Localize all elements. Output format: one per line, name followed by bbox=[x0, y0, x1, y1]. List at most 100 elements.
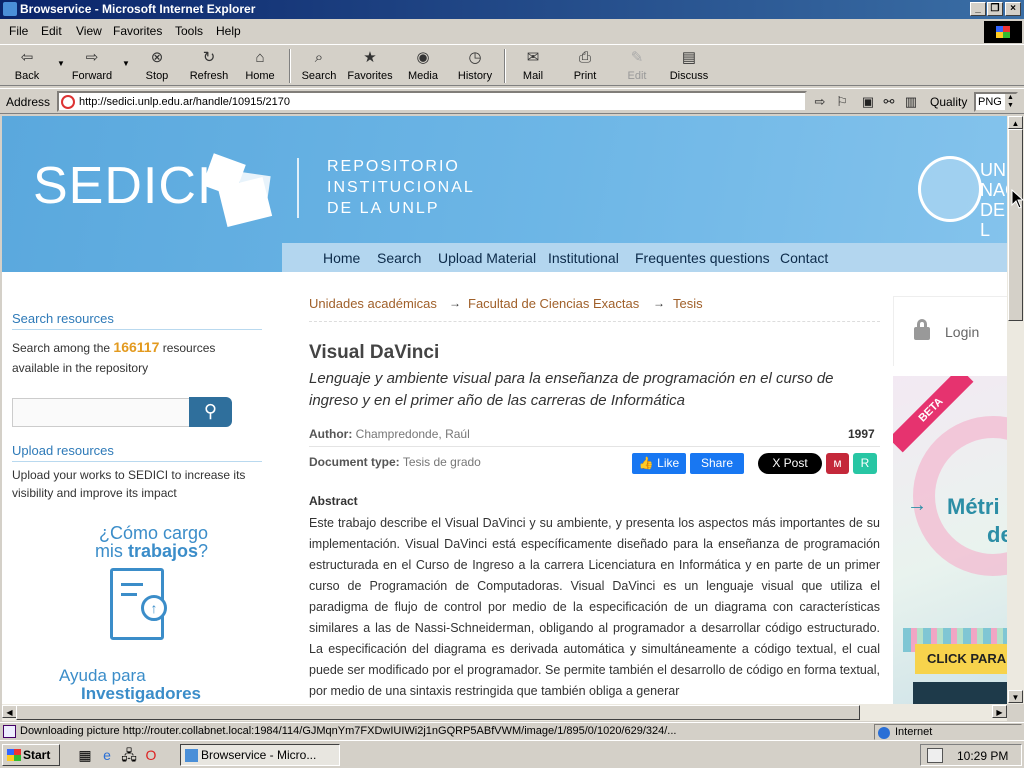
favorites-button[interactable]: ★ Favorites bbox=[346, 47, 394, 85]
home-button[interactable]: ⌂ Home bbox=[236, 47, 284, 85]
go-arrow-icon[interactable]: ⇨ bbox=[812, 94, 828, 110]
edit-button[interactable]: ✎ Edit bbox=[613, 47, 661, 85]
quality-spin-icon[interactable]: ▲ ▼ bbox=[1005, 94, 1016, 110]
header-divider bbox=[297, 158, 299, 218]
breadcrumb-thesis[interactable]: Tesis bbox=[673, 296, 703, 311]
history-button[interactable]: ◷ History bbox=[451, 47, 499, 85]
nav-upload-material[interactable]: Upload Material bbox=[438, 250, 536, 266]
researchers-help-promo[interactable]: Ayuda para Investigadores bbox=[59, 667, 201, 703]
breadcrumb-faculty[interactable]: Facultad de Ciencias Exactas bbox=[468, 296, 639, 311]
forward-button[interactable]: ⇨ Forward bbox=[68, 47, 116, 85]
upload-help-promo[interactable]: ¿Cómo cargo mis trabajos? bbox=[64, 524, 208, 560]
sidebar-search-input[interactable] bbox=[12, 398, 190, 427]
refresh-button[interactable]: ↻ Refresh bbox=[185, 47, 233, 85]
scroll-down-icon[interactable]: ▼ bbox=[1008, 690, 1023, 703]
university-name: UNI NAC DE L bbox=[980, 160, 1007, 240]
resource-count: 166117 bbox=[113, 339, 160, 355]
close-button[interactable]: × bbox=[1005, 2, 1021, 16]
nav-faq[interactable]: Frequentes questions bbox=[635, 250, 770, 266]
horizontal-scroll-thumb[interactable] bbox=[16, 705, 860, 720]
ie-quicklaunch-icon[interactable]: e bbox=[98, 746, 116, 764]
scroll-left-icon[interactable]: ◀ bbox=[2, 705, 17, 718]
page-icon[interactable]: ▣ bbox=[860, 94, 876, 110]
toolbar-separator bbox=[289, 49, 291, 83]
discuss-button[interactable]: ▤ Discuss bbox=[665, 47, 713, 85]
login-box[interactable]: Login bbox=[893, 296, 1007, 366]
system-tray: 10:29 PM bbox=[920, 744, 1022, 766]
print-button[interactable]: ⎙ Print bbox=[561, 47, 609, 85]
login-link[interactable]: Login bbox=[945, 324, 979, 340]
start-button[interactable]: Start bbox=[2, 744, 60, 766]
mouse-cursor-icon bbox=[1011, 189, 1024, 209]
menu-view[interactable]: View bbox=[76, 24, 102, 38]
address-input[interactable]: http://sedici.unlp.edu.ar/handle/10915/2… bbox=[57, 91, 807, 112]
search-description: Search among the 166117 resources availa… bbox=[12, 339, 216, 375]
facebook-like-button[interactable]: 👍 Like bbox=[632, 453, 686, 474]
logo-square-icon bbox=[237, 172, 271, 202]
taskbar-browservice-window[interactable]: Browservice - Micro... bbox=[180, 744, 340, 766]
minimize-button[interactable]: _ bbox=[970, 2, 986, 16]
menu-tools[interactable]: Tools bbox=[175, 24, 203, 38]
sedici-logo[interactable]: SEDICI bbox=[33, 156, 212, 216]
scroll-right-icon[interactable]: ▶ bbox=[992, 705, 1007, 718]
media-button[interactable]: ◉ Media bbox=[399, 47, 447, 85]
stop-button[interactable]: ⊗ Stop bbox=[133, 47, 181, 85]
menu-bar: File Edit View Favorites Tools Help bbox=[0, 21, 1024, 41]
vertical-scroll-thumb[interactable] bbox=[1008, 129, 1023, 321]
forward-dropdown-icon[interactable]: ▼ bbox=[122, 59, 130, 68]
doctype-link[interactable]: Tesis de grado bbox=[403, 455, 481, 469]
status-bar: Downloading picture http://router.collab… bbox=[0, 722, 1024, 740]
thumbs-up-icon: 👍 bbox=[638, 456, 654, 470]
home-icon: ⌂ bbox=[255, 49, 265, 66]
site-header: SEDICI REPOSITORIO INSTITUCIONAL DE LA U… bbox=[2, 116, 1007, 272]
menu-file[interactable]: File bbox=[9, 24, 28, 38]
quality-select[interactable]: PNG ▲ ▼ bbox=[974, 92, 1018, 112]
bookmark-icon[interactable]: ⚐ bbox=[834, 94, 850, 110]
metrics-beta-banner[interactable]: BETA → Métri de CLICK PARA bbox=[893, 376, 1007, 704]
x-post-button[interactable]: X Post bbox=[758, 453, 822, 474]
windows-flag-icon bbox=[7, 749, 21, 761]
address-label: Address bbox=[6, 95, 51, 109]
address-bar: Address http://sedici.unlp.edu.ar/handle… bbox=[0, 88, 1024, 114]
facebook-share-button[interactable]: Share bbox=[690, 453, 744, 474]
nav-contact[interactable]: Contact bbox=[780, 250, 828, 266]
researchgate-icon[interactable]: R bbox=[853, 453, 877, 474]
record-doctype: Document type: Tesis de grado bbox=[309, 455, 481, 469]
tray-network-icon[interactable] bbox=[927, 748, 943, 763]
nav-home[interactable]: Home bbox=[323, 250, 360, 266]
record-author: Author: Champredonde, Raúl bbox=[309, 427, 470, 441]
upload-resources-heading[interactable]: Upload resources bbox=[12, 443, 114, 458]
network-icon[interactable]: 🖧 bbox=[120, 746, 138, 764]
menu-favorites[interactable]: Favorites bbox=[113, 24, 162, 38]
mail-button[interactable]: ✉ Mail bbox=[509, 47, 557, 85]
breadcrumb-academic-units[interactable]: Unidades académicas bbox=[309, 296, 437, 311]
site-nav: Home Search Upload Material Institutiona… bbox=[282, 243, 1007, 272]
search-resources-heading[interactable]: Search resources bbox=[12, 311, 114, 326]
banner-click-button[interactable]: CLICK PARA bbox=[915, 644, 1007, 674]
sidebar-search-button[interactable]: ⚲ bbox=[189, 397, 232, 427]
opera-icon[interactable]: O bbox=[142, 746, 160, 764]
back-button[interactable]: ⇦ Back bbox=[3, 47, 51, 85]
window-title-bar: Browservice - Microsoft Internet Explore… bbox=[0, 0, 1024, 19]
divider bbox=[309, 446, 880, 447]
author-link[interactable]: Champredonde, Raúl bbox=[356, 427, 470, 441]
web-page: SEDICI REPOSITORIO INSTITUCIONAL DE LA U… bbox=[2, 116, 1007, 704]
repository-subtitle: REPOSITORIO INSTITUCIONAL DE LA UNLP bbox=[327, 158, 475, 217]
search-button[interactable]: ⌕ Search bbox=[295, 47, 343, 85]
divider bbox=[12, 461, 262, 462]
ie-icon bbox=[3, 2, 17, 16]
binoculars-icon[interactable]: ⚯ bbox=[881, 94, 897, 110]
back-dropdown-icon[interactable]: ▼ bbox=[57, 59, 65, 68]
nav-institutional[interactable]: Institutional bbox=[548, 250, 619, 266]
clock: 10:29 PM bbox=[957, 749, 1009, 763]
scroll-up-icon[interactable]: ▲ bbox=[1008, 116, 1023, 129]
clipboard-icon[interactable]: ▥ bbox=[903, 94, 919, 110]
nav-search[interactable]: Search bbox=[377, 250, 421, 266]
show-desktop-icon[interactable]: ▦ bbox=[76, 746, 94, 764]
security-zone: Internet bbox=[874, 724, 1022, 740]
restore-button[interactable]: ❐ bbox=[987, 2, 1003, 16]
mendeley-icon[interactable]: ᴍ bbox=[826, 453, 849, 474]
quality-label: Quality bbox=[930, 95, 968, 109]
menu-help[interactable]: Help bbox=[216, 24, 241, 38]
menu-edit[interactable]: Edit bbox=[41, 24, 62, 38]
